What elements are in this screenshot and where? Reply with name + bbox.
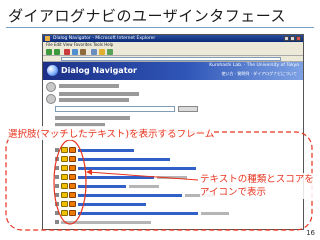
result-snippet <box>61 220 151 224</box>
document-icon <box>69 147 76 153</box>
result-number <box>55 166 59 170</box>
forward-icon[interactable] <box>54 49 60 55</box>
result-row[interactable] <box>55 165 300 172</box>
address-field[interactable] <box>61 57 281 61</box>
result-number <box>55 175 59 179</box>
dialog-line <box>55 116 130 120</box>
result-number <box>55 202 59 206</box>
icon-annotation-line1: テキストの種類とスコアを <box>200 174 314 185</box>
folder-icon <box>61 165 68 171</box>
result-text[interactable] <box>78 184 126 188</box>
folder-icon <box>61 192 68 198</box>
result-number <box>55 184 59 188</box>
result-row[interactable] <box>55 201 300 208</box>
window-title-bar: Dialog Navigator - Microsoft Internet Ex… <box>43 35 303 42</box>
home-icon[interactable] <box>80 49 86 55</box>
search-icon[interactable] <box>91 49 97 55</box>
app-logo-icon <box>47 65 58 76</box>
dialog-line <box>59 98 129 102</box>
stop-icon[interactable] <box>64 49 70 55</box>
document-icon <box>69 174 76 180</box>
result-text[interactable] <box>78 193 182 197</box>
user-avatar-icon <box>46 82 56 92</box>
document-icon <box>69 192 76 198</box>
dialog-line <box>59 84 119 88</box>
folder-icon <box>61 174 68 180</box>
result-snippet <box>201 211 229 215</box>
result-text[interactable] <box>78 175 154 179</box>
result-number <box>55 193 59 197</box>
close-icon[interactable] <box>296 36 301 41</box>
result-text[interactable] <box>78 202 146 206</box>
result-text[interactable] <box>78 211 198 215</box>
document-icon <box>69 210 76 216</box>
slide-title: ダイアログナビのユーザインタフェース <box>8 7 286 25</box>
result-snippet <box>129 184 159 188</box>
folder-icon <box>61 183 68 189</box>
document-icon <box>69 201 76 207</box>
result-text[interactable] <box>78 166 196 170</box>
folder-icon <box>61 201 68 207</box>
result-number <box>55 148 59 152</box>
result-row[interactable] <box>55 147 300 154</box>
folder-icon <box>61 147 68 153</box>
icon-annotation: テキストの種類とスコアを アイコンで表示 <box>200 173 314 199</box>
window-icon <box>45 36 50 41</box>
page-number: 16 <box>306 229 315 237</box>
favorites-icon[interactable] <box>99 49 105 55</box>
document-icon <box>69 156 76 162</box>
send-button[interactable] <box>178 106 198 112</box>
lab-name: Kurohashi Lab. · The University of Tokyo <box>209 63 299 68</box>
refresh-icon[interactable] <box>72 49 78 55</box>
document-icon <box>69 165 76 171</box>
result-snippet <box>157 175 187 179</box>
folder-icon <box>61 156 68 162</box>
result-text[interactable] <box>78 157 170 161</box>
window-title: Dialog Navigator - Microsoft Internet Ex… <box>53 36 156 41</box>
history-icon[interactable] <box>107 49 113 55</box>
icon-annotation-line2: アイコンで表示 <box>200 187 267 198</box>
folder-icon <box>61 210 68 216</box>
toolbar <box>43 48 303 56</box>
title-divider <box>6 27 314 28</box>
app-title: Dialog Navigator <box>61 66 137 75</box>
result-row[interactable] <box>55 219 300 226</box>
header-links[interactable]: 使い方 · 質問例 · ダイアログナビについて <box>221 71 297 77</box>
result-row[interactable] <box>55 210 300 217</box>
question-input[interactable] <box>55 106 175 112</box>
result-row[interactable] <box>55 156 300 163</box>
result-text[interactable] <box>78 148 134 152</box>
result-number <box>55 211 59 215</box>
minimize-icon[interactable] <box>284 36 289 41</box>
frame-annotation: 選択肢(マッチしたテキスト)を表示するフレーム <box>8 126 215 140</box>
result-number <box>55 220 59 224</box>
dialog-area <box>43 80 303 132</box>
system-avatar-icon <box>46 94 56 104</box>
dialog-line <box>59 92 139 96</box>
app-header: Dialog Navigator Kurohashi Lab. · The Un… <box>43 62 303 80</box>
maximize-icon[interactable] <box>290 36 295 41</box>
result-number <box>55 157 59 161</box>
back-icon[interactable] <box>46 49 52 55</box>
document-icon <box>69 183 76 189</box>
